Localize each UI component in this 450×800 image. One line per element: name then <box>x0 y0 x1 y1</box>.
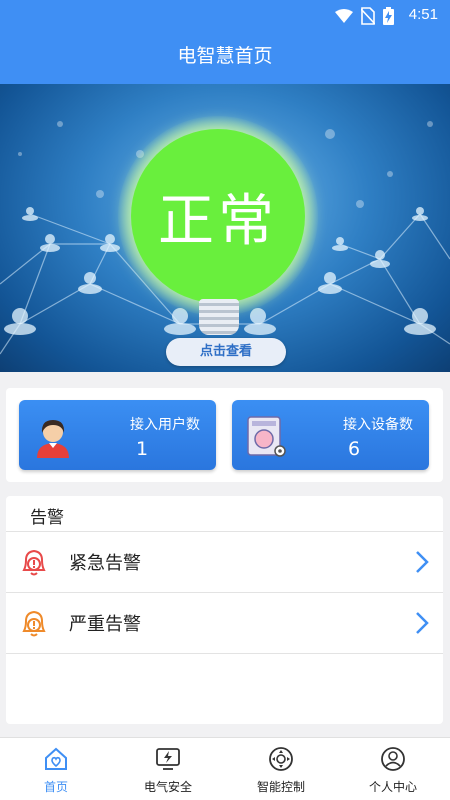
alarm-item-urgent[interactable]: 紧急告警 <box>6 532 443 593</box>
nav-label: 智能控制 <box>256 780 305 794</box>
no-sim-icon <box>361 7 375 25</box>
nav-electric-safety[interactable]: 电气安全 <box>112 738 224 800</box>
bulb-base <box>199 299 239 335</box>
device-meter-icon <box>247 416 286 457</box>
nav-home[interactable]: 首页 <box>0 738 112 800</box>
nav-label: 首页 <box>43 780 68 794</box>
nav-label: 个人中心 <box>368 780 417 794</box>
bottom-nav: 首页 电气安全 智能控制 个人中心 <box>0 737 450 800</box>
device-count-value: 6 <box>348 438 361 460</box>
profile-icon <box>381 747 405 771</box>
user-count-label: 接入用户数 <box>130 417 200 433</box>
app-bar: 电智慧首页 <box>0 32 450 84</box>
check-button[interactable]: 点击查看 <box>166 338 286 366</box>
alarm-item-label: 紧急告警 <box>69 553 141 574</box>
chevron-right-icon <box>416 551 429 573</box>
alarm-bell-icon <box>22 549 46 576</box>
device-count-label: 接入设备数 <box>343 417 413 433</box>
alarm-bell-icon <box>22 610 46 637</box>
user-count-card[interactable]: 接入用户数 1 <box>19 400 216 470</box>
nav-smart-control[interactable]: 智能控制 <box>225 738 337 800</box>
nav-label: 电气安全 <box>143 780 192 794</box>
status-bar: 4:51 <box>0 0 450 32</box>
wifi-icon <box>335 9 353 23</box>
user-count-value: 1 <box>136 438 149 460</box>
status-bulb[interactable]: 正常 <box>131 129 305 303</box>
alarm-panel: 告警 紧急告警 严重告警 <box>6 496 443 724</box>
alarm-title: 告警 <box>30 508 64 528</box>
home-icon <box>45 747 67 770</box>
stats-panel: 接入用户数 1 接入设备数 6 <box>6 388 443 482</box>
battery-charging-icon <box>383 7 394 25</box>
alarm-header: 告警 <box>6 496 443 532</box>
electric-safety-icon <box>156 748 180 770</box>
nav-profile[interactable]: 个人中心 <box>337 738 449 800</box>
page-title: 电智慧首页 <box>177 45 273 67</box>
device-count-card[interactable]: 接入设备数 6 <box>232 400 429 470</box>
status-text: 正常 <box>158 188 278 254</box>
alarm-item-label: 严重告警 <box>69 614 141 635</box>
hero-banner: 正常 点击查看 <box>0 84 450 372</box>
status-icons <box>335 7 394 25</box>
smart-control-icon <box>269 747 293 771</box>
status-time: 4:51 <box>408 6 438 23</box>
user-avatar-icon <box>37 420 69 458</box>
chevron-right-icon <box>416 612 429 634</box>
alarm-item-serious[interactable]: 严重告警 <box>6 593 443 654</box>
